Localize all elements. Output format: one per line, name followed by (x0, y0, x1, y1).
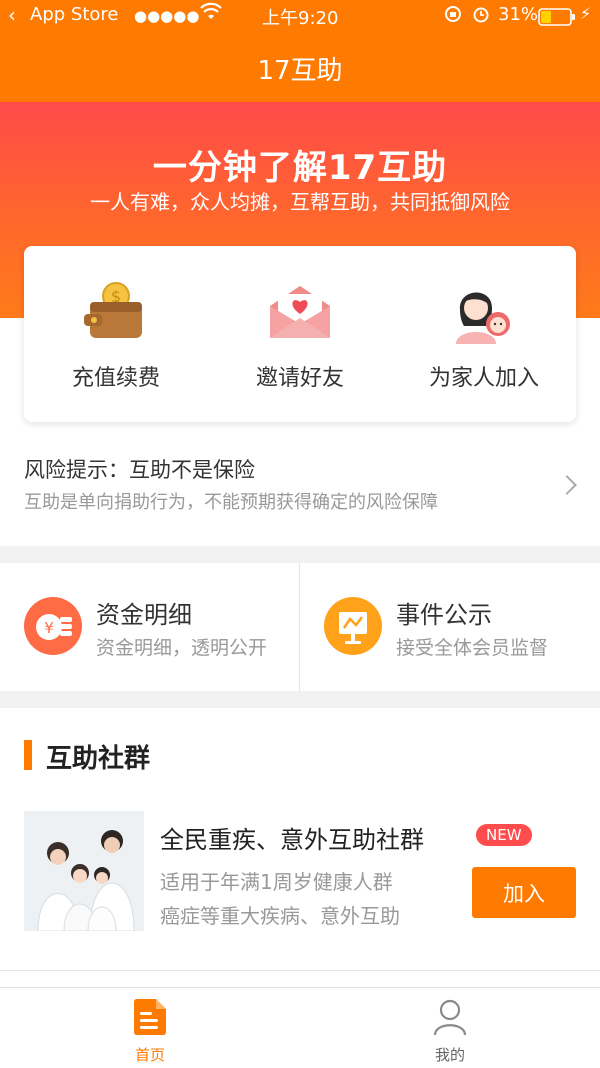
fund-details-subtitle: 资金明细，透明公开 (96, 637, 268, 659)
tab-home-label: 首页 (134, 1046, 165, 1064)
mutual-group-section: 互助社群 全民重疾、意外互助社群 NEW 适用于年满1周岁健康人群 癌症等重大疾… (0, 708, 600, 970)
charging-icon: ⚡ (580, 4, 592, 23)
banner-title: 一分钟了解17互助 (152, 148, 448, 188)
family-join-label: 为家人加入 (428, 366, 539, 391)
group-name[interactable]: 全民重疾、意外互助社群 (160, 820, 424, 855)
envelope-heart-icon (268, 280, 332, 344)
coins-icon: ¥ (24, 597, 82, 655)
rotation-lock-icon (444, 5, 462, 28)
invite-friends-label: 邀请好友 (255, 366, 344, 391)
list-end-spacer (0, 970, 600, 988)
page-title: 17互助 (257, 56, 343, 86)
wifi-icon (200, 2, 222, 27)
banner-subtitle: 一人有难，众人均摊，互帮互助，共同抵御风险 (90, 190, 510, 214)
home-doc-icon (132, 998, 168, 1036)
section-accent-bar (24, 740, 32, 770)
group-coverage: 癌症等重大疾病、意外互助 (160, 904, 400, 928)
tab-mine-label: 我的 (434, 1046, 465, 1064)
wallet-icon: $ (84, 280, 148, 344)
svg-text:¥: ¥ (44, 619, 54, 637)
risk-description: 互助是单向捐助行为，不能预期获得确定的风险保障 (24, 492, 438, 513)
tab-home[interactable]: 首页 (0, 998, 300, 1065)
tab-bar: 首页 我的 (0, 987, 600, 1068)
family-join-action[interactable]: 为家人加入 (392, 280, 576, 392)
event-publicity-entry[interactable]: 事件公示 接受全体会员监督 (300, 563, 599, 691)
navigation-bar: 17互助 (0, 34, 600, 102)
event-publicity-subtitle: 接受全体会员监督 (396, 637, 549, 659)
mother-baby-icon (452, 280, 516, 344)
status-bar: ‹ App Store ●●●●● 上午9:20 31% ⚡ (0, 0, 600, 34)
fund-details-title: 资金明细 (96, 601, 192, 629)
battery-percent: 31% (498, 4, 539, 25)
new-badge: NEW (476, 824, 532, 846)
battery-icon (538, 8, 576, 31)
info-entries: ¥ 资金明细 资金明细，透明公开 事件公示 接受全体会员监督 (0, 563, 600, 691)
recharge-label: 充值续费 (71, 366, 160, 391)
quick-actions-card: $ 充值续费 邀请好友 为家人加入 (24, 246, 576, 422)
board-icon (324, 597, 382, 655)
recharge-action[interactable]: $ 充值续费 (24, 280, 208, 392)
back-app-label[interactable]: App Store (30, 4, 118, 25)
fund-details-entry[interactable]: ¥ 资金明细 资金明细，透明公开 (0, 563, 299, 691)
tab-mine[interactable]: 我的 (300, 998, 600, 1065)
join-button[interactable]: 加入 (472, 867, 576, 918)
section-title: 互助社群 (46, 744, 151, 774)
person-icon (432, 998, 468, 1036)
signal-indicator: ●●●●● (134, 7, 200, 25)
family-photo[interactable] (24, 811, 144, 931)
chevron-right-icon (557, 475, 577, 495)
alarm-icon (472, 5, 490, 28)
back-arrow-icon[interactable]: ‹ (8, 3, 16, 27)
event-publicity-title: 事件公示 (396, 601, 492, 629)
risk-title: 风险提示：互助不是保险 (24, 458, 255, 482)
clock-time: 上午9:20 (262, 8, 339, 29)
risk-notice[interactable]: 风险提示：互助不是保险 互助是单向捐助行为，不能预期获得确定的风险保障 (0, 440, 600, 546)
group-eligibility: 适用于年满1周岁健康人群 (160, 870, 393, 894)
invite-friends-action[interactable]: 邀请好友 (208, 280, 392, 392)
